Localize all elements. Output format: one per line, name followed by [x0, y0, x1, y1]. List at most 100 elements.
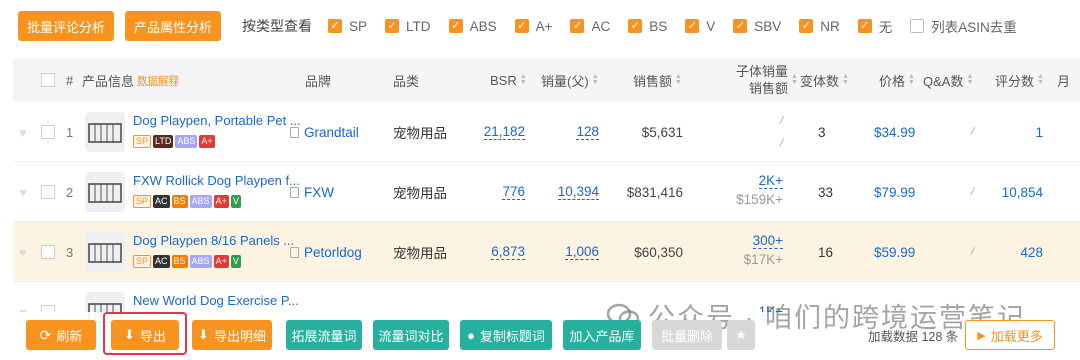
- tag-badge: BS: [171, 195, 188, 208]
- col-child-sales[interactable]: 子体销量 销售额: [733, 58, 788, 102]
- row-index: 2: [66, 184, 74, 200]
- category: 宠物用品: [393, 246, 447, 261]
- tag-badge: LTD: [153, 135, 174, 148]
- tag-badge: AC: [153, 195, 170, 208]
- product-list-page: 批量评论分析 产品属性分析 按类型查看 ✓ SP ✓ LTD ✓ ABS ✓ A+ ✓ AC ✓ BS…: [0, 0, 1080, 360]
- load-more-button[interactable]: ▶ 加载更多: [965, 320, 1055, 350]
- table-row[interactable]: ♥ 3 Dog Playpen 8/16 Panels ... SP AC BS ABS A+…: [13, 222, 1080, 282]
- favorite-heart-icon[interactable]: ♥: [19, 185, 27, 200]
- bsr-link[interactable]: 6,873: [491, 244, 525, 260]
- batch-review-analysis-button[interactable]: 批量评论分析: [18, 11, 115, 41]
- tag-badge: V: [230, 195, 241, 208]
- document-icon: [290, 126, 299, 138]
- col-brand: 品牌: [305, 73, 332, 89]
- qa-count: /: [971, 186, 975, 198]
- document-icon: [290, 246, 299, 258]
- filter-checkbox-a[interactable]: ✓ A+: [514, 19, 552, 34]
- row-index: 1: [66, 124, 74, 140]
- filter-checkbox-ac[interactable]: ✓ AC: [570, 19, 610, 34]
- qa-count: /: [971, 246, 975, 258]
- row-checkbox[interactable]: [41, 245, 55, 259]
- tag-badge: A+: [213, 255, 229, 268]
- filter-checkbox-[interactable]: ✓ 无: [857, 16, 892, 36]
- table-row[interactable]: ♥ 2 FXW Rollick Dog Playpen f... SP AC BS ABS A…: [13, 162, 1080, 222]
- row-checkbox[interactable]: [41, 125, 55, 139]
- bsr-link[interactable]: 776: [502, 184, 525, 200]
- category: 宠物用品: [393, 126, 447, 141]
- child-sales-cell[interactable]: 300+ $17K+: [721, 222, 783, 282]
- checkbox-checked-icon: ✓: [857, 19, 872, 33]
- product-thumbnail[interactable]: [85, 232, 125, 272]
- col-bsr-sort[interactable]: BSR ▲ ▼: [490, 58, 527, 102]
- filter-checkbox-bs[interactable]: ✓ BS: [628, 19, 667, 34]
- tag-badge: SP: [133, 195, 152, 208]
- row-checkbox[interactable]: [41, 185, 55, 199]
- sales-link[interactable]: 1,006: [565, 244, 599, 260]
- refresh-button[interactable]: ⟳ 刷新: [26, 320, 96, 350]
- dedupe-asin-checkbox[interactable]: 列表ASIN去重: [910, 16, 1017, 36]
- product-title-link[interactable]: New World Dog Exercise P...: [133, 293, 299, 308]
- col-sales-parent-sort[interactable]: 销量(父) ▲ ▼: [541, 58, 599, 102]
- filter-checkbox-ltd[interactable]: ✓ LTD: [385, 19, 431, 34]
- price: $34.99: [874, 124, 916, 140]
- tag-badge: SP: [133, 135, 152, 148]
- col-qa-sort[interactable]: Q&A数 ▲ ▼: [923, 58, 973, 102]
- checkbox-checked-icon: ✓: [799, 19, 814, 33]
- checkbox-checked-icon: ✓: [733, 19, 748, 33]
- expand-keywords-button[interactable]: 拓展流量词: [286, 320, 362, 350]
- filter-checkbox-v[interactable]: ✓ V: [685, 19, 715, 34]
- brand-link[interactable]: FXW: [304, 185, 334, 200]
- data-explain-link[interactable]: 数据解释: [137, 73, 179, 88]
- bsr-link[interactable]: 21,182: [483, 124, 525, 140]
- filter-checkbox-sbv[interactable]: ✓ SBV: [733, 19, 781, 34]
- favorite-heart-icon[interactable]: ♥: [19, 245, 27, 260]
- copy-title-words-button[interactable]: ● 复制标题词: [460, 320, 552, 350]
- tag-badge: A+: [199, 135, 215, 148]
- favorite-heart-icon[interactable]: ♥: [19, 125, 27, 140]
- filter-checkbox-abs[interactable]: ✓ ABS: [448, 19, 497, 34]
- product-thumbnail[interactable]: [85, 172, 125, 212]
- rating-count[interactable]: 10,854: [999, 162, 1043, 222]
- product-title-link[interactable]: FXW Rollick Dog Playpen f...: [133, 173, 300, 188]
- filter-toolbar: 批量评论分析 产品属性分析 按类型查看 ✓ SP ✓ LTD ✓ ABS ✓ A+ ✓ AC ✓ BS…: [0, 0, 1080, 52]
- child-sales-cell[interactable]: 2K+ $159K+: [721, 162, 783, 222]
- price: $79.99: [874, 184, 916, 200]
- child-sales-sort-icon[interactable]: ▲ ▼: [788, 58, 798, 102]
- product-title-link[interactable]: Dog Playpen 8/16 Panels ...: [133, 233, 294, 248]
- copy-icon: ●: [467, 327, 475, 343]
- product-attribute-analysis-button[interactable]: 产品属性分析: [125, 11, 222, 41]
- filter-by-type-label: 按类型查看: [242, 18, 313, 34]
- col-product-info: 产品信息 数据解释: [82, 73, 180, 89]
- child-sales-cell[interactable]: / /: [721, 102, 783, 162]
- col-revenue-sort[interactable]: 销售额 ▲ ▼: [633, 58, 682, 102]
- export-detail-button[interactable]: ⬇ 导出明细: [192, 320, 272, 350]
- col-ratings-sort[interactable]: 评分数 ▲ ▼: [995, 58, 1044, 102]
- revenue: $60,350: [634, 244, 683, 260]
- sales-link[interactable]: 128: [576, 124, 599, 140]
- product-tags: SP AC BS ABS A+ V: [133, 195, 243, 208]
- select-all-checkbox[interactable]: [41, 58, 55, 102]
- tag-badge: ABS: [189, 255, 212, 268]
- brand-link[interactable]: Grandtail: [304, 125, 359, 140]
- rating-count[interactable]: 1: [999, 102, 1043, 162]
- col-price-sort[interactable]: 价格 ▲ ▼: [879, 58, 915, 102]
- product-title-link[interactable]: Dog Playpen, Portable Pet ...: [133, 113, 301, 128]
- sales-link[interactable]: 10,394: [557, 184, 599, 200]
- col-variants-sort[interactable]: 变体数 ▲ ▼: [800, 58, 849, 102]
- add-to-library-button[interactable]: 加入产品库: [563, 320, 641, 350]
- refresh-icon: ⟳: [39, 326, 52, 343]
- checkbox-checked-icon: ✓: [448, 19, 463, 33]
- rating-count[interactable]: 428: [999, 222, 1043, 282]
- sort-icon: ▲ ▼: [591, 73, 599, 86]
- product-thumbnail[interactable]: [85, 112, 125, 152]
- filter-checkbox-nr[interactable]: ✓ NR: [799, 19, 840, 34]
- price: $59.99: [874, 244, 916, 260]
- compare-keywords-button[interactable]: 流量词对比: [373, 320, 449, 350]
- star-icon[interactable]: ★: [727, 320, 755, 350]
- brand-link[interactable]: Petorldog: [304, 245, 362, 260]
- table-row[interactable]: ♥ 1 Dog Playpen, Portable Pet ... SP LTD ABS A…: [13, 102, 1080, 162]
- filter-checkbox-sp[interactable]: ✓ SP: [328, 19, 367, 34]
- revenue: $831,416: [626, 184, 683, 200]
- batch-delete-button[interactable]: 批量删除: [652, 320, 722, 350]
- tag-badge: ABS: [175, 135, 198, 148]
